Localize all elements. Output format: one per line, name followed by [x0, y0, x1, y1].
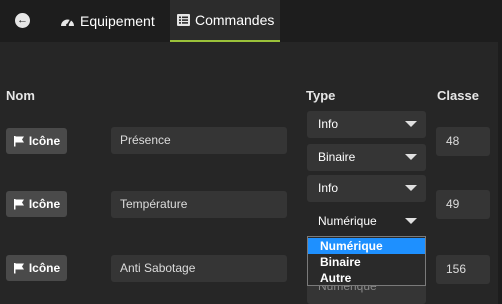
- tab-commandes[interactable]: Commandes: [170, 0, 280, 42]
- type-select-value: Info: [318, 117, 339, 131]
- flag-icon: [13, 198, 25, 210]
- scrollbar-track[interactable]: [498, 42, 502, 304]
- icon-button[interactable]: Icône: [6, 128, 67, 154]
- icon-button[interactable]: Icône: [6, 255, 67, 281]
- subtype-select-value: Numérique: [318, 214, 377, 228]
- dashboard-gauge-icon: [60, 15, 75, 28]
- type-select[interactable]: Info: [307, 111, 426, 138]
- subtype-dropdown-list: Numérique Binaire Autre: [307, 236, 426, 286]
- tab-equipement[interactable]: Equipement: [60, 0, 155, 42]
- chevron-down-icon: [405, 121, 417, 127]
- command-name-input[interactable]: Présence: [111, 127, 287, 154]
- tab-equipement-label: Equipement: [80, 13, 155, 29]
- chevron-down-icon: [405, 154, 417, 160]
- type-select[interactable]: Info: [307, 175, 426, 202]
- column-header-type: Type: [306, 88, 336, 103]
- classe-input[interactable]: 49: [436, 190, 490, 219]
- command-name-input[interactable]: Température: [111, 191, 287, 218]
- subtype-select[interactable]: Binaire: [307, 144, 426, 171]
- subtype-select-value: Binaire: [318, 150, 356, 164]
- icon-button-label: Icône: [28, 261, 61, 275]
- subtype-select-open[interactable]: Numérique: [307, 208, 426, 235]
- column-header-nom: Nom: [6, 88, 35, 103]
- icon-button[interactable]: Icône: [6, 191, 67, 217]
- dropdown-option-binaire[interactable]: Binaire: [308, 254, 425, 270]
- icon-button-label: Icône: [28, 134, 61, 148]
- flag-icon: [13, 262, 25, 274]
- chevron-down-icon: [405, 185, 417, 191]
- tab-commandes-label: Commandes: [195, 12, 275, 28]
- top-nav-bar: ← Equipement Commandes: [0, 0, 502, 42]
- list-icon: [177, 14, 190, 26]
- column-header-classe: Classe: [437, 88, 479, 103]
- flag-icon: [13, 135, 25, 147]
- classe-input[interactable]: 156: [436, 255, 490, 284]
- icon-button-label: Icône: [28, 197, 61, 211]
- chevron-down-icon: [405, 218, 417, 224]
- type-select-value: Info: [318, 181, 339, 195]
- command-name-input[interactable]: Anti Sabotage: [111, 255, 287, 282]
- dropdown-option-autre[interactable]: Autre: [308, 270, 425, 286]
- dropdown-option-numerique[interactable]: Numérique: [308, 238, 425, 254]
- back-arrow-icon[interactable]: ←: [15, 13, 30, 28]
- classe-input[interactable]: 48: [436, 127, 490, 156]
